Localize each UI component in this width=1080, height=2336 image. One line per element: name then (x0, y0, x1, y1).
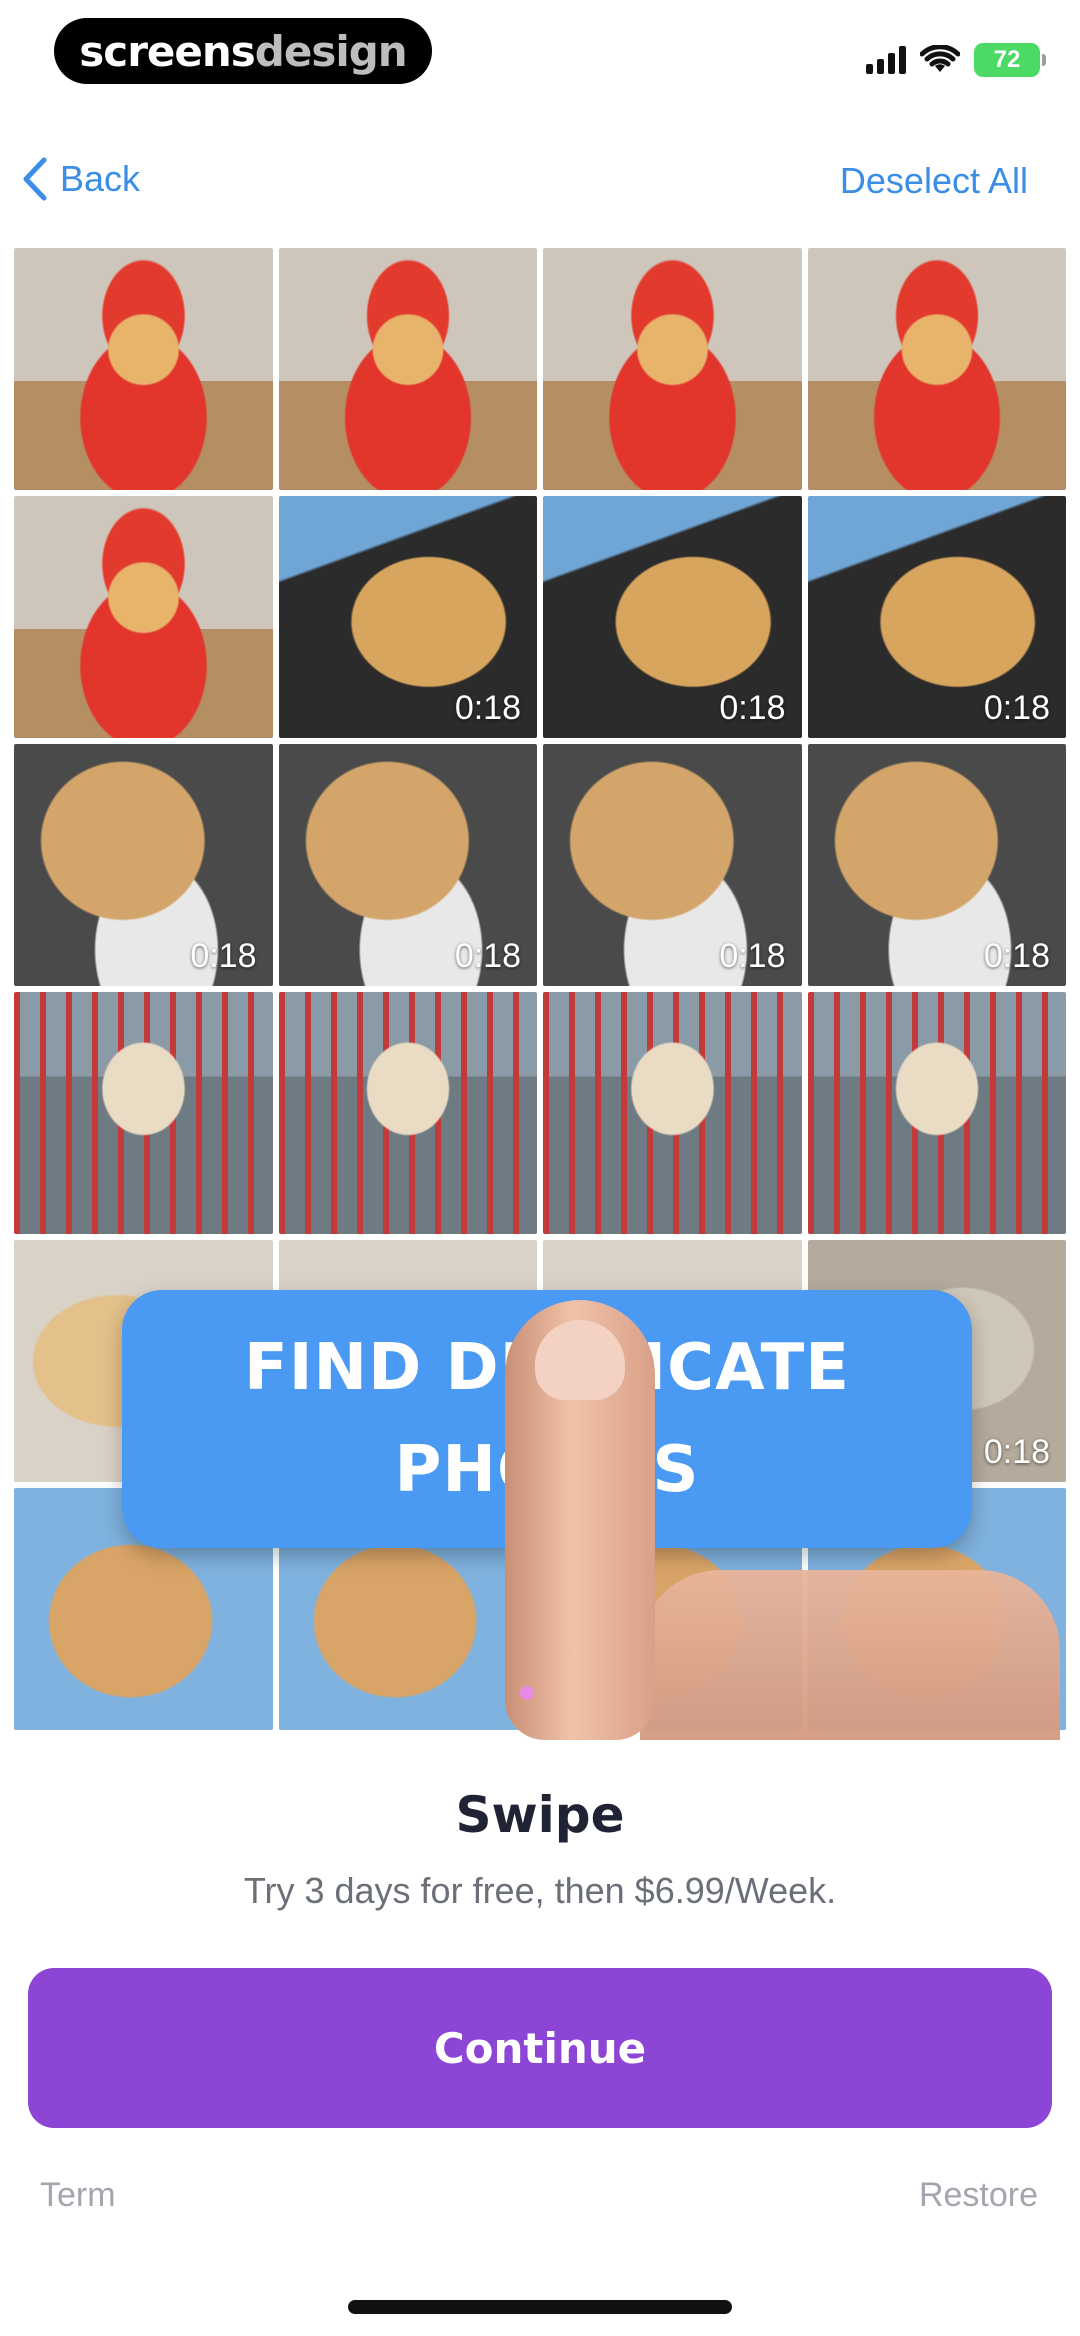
photo-thumbnail[interactable] (14, 496, 273, 738)
photo-thumbnail[interactable] (543, 992, 802, 1234)
photo-thumbnail[interactable]: 0:18 (807, 744, 1066, 986)
photo-thumbnail[interactable] (278, 248, 537, 490)
navigation-bar: Back Deselect All (0, 140, 1080, 220)
back-button[interactable]: Back (20, 156, 140, 202)
fingernail-image (535, 1320, 625, 1400)
video-duration-label: 0:18 (454, 937, 521, 975)
photo-thumbnail[interactable] (807, 992, 1066, 1234)
screensdesign-watermark: screens design (54, 18, 432, 84)
watermark-bold-text: screens (79, 26, 255, 76)
video-duration-label: 0:18 (719, 689, 786, 727)
wifi-icon (920, 45, 960, 72)
photo-thumbnail[interactable]: 0:18 (278, 496, 537, 738)
battery-level: 72 (993, 46, 1021, 73)
home-indicator (348, 2300, 732, 2314)
restore-purchases-link[interactable]: Restore (919, 2176, 1038, 2215)
photo-thumbnail[interactable] (543, 248, 802, 490)
trial-pricing-text: Try 3 days for free, then $6.99/Week. (243, 1870, 837, 1911)
chevron-left-icon (23, 157, 47, 201)
photo-thumbnail[interactable] (14, 248, 273, 490)
status-icons: 72 (866, 40, 1046, 80)
continue-button[interactable]: Continue (28, 1968, 1052, 2128)
photo-thumbnail[interactable]: 0:18 (807, 496, 1066, 738)
photo-thumbnail[interactable]: 0:18 (14, 744, 273, 986)
touch-indicator (520, 1686, 534, 1700)
watermark-light-text: design (254, 26, 408, 76)
deselect-all-button[interactable]: Deselect All (840, 160, 1028, 202)
app-title: Swipe (455, 1786, 625, 1844)
photo-thumbnail[interactable] (14, 992, 273, 1234)
cellular-signal-icon (866, 46, 906, 74)
terms-link[interactable]: Term (40, 2176, 116, 2215)
photo-thumbnail[interactable]: 0:18 (543, 496, 802, 738)
video-duration-label: 0:18 (983, 937, 1050, 975)
photo-thumbnail[interactable]: 0:18 (278, 744, 537, 986)
photo-thumbnail[interactable] (278, 992, 537, 1234)
back-label: Back (60, 158, 141, 199)
status-bar: screens design 72 (0, 0, 1080, 110)
photo-thumbnail[interactable]: 0:18 (543, 744, 802, 986)
video-duration-label: 0:18 (719, 937, 786, 975)
video-duration-label: 0:18 (454, 689, 521, 727)
battery-icon: 72 (974, 43, 1046, 77)
hand-image (640, 1570, 1060, 1740)
video-duration-label: 0:18 (190, 937, 257, 975)
photo-thumbnail[interactable] (807, 248, 1066, 490)
video-duration-label: 0:18 (983, 1433, 1050, 1471)
video-duration-label: 0:18 (983, 689, 1050, 727)
